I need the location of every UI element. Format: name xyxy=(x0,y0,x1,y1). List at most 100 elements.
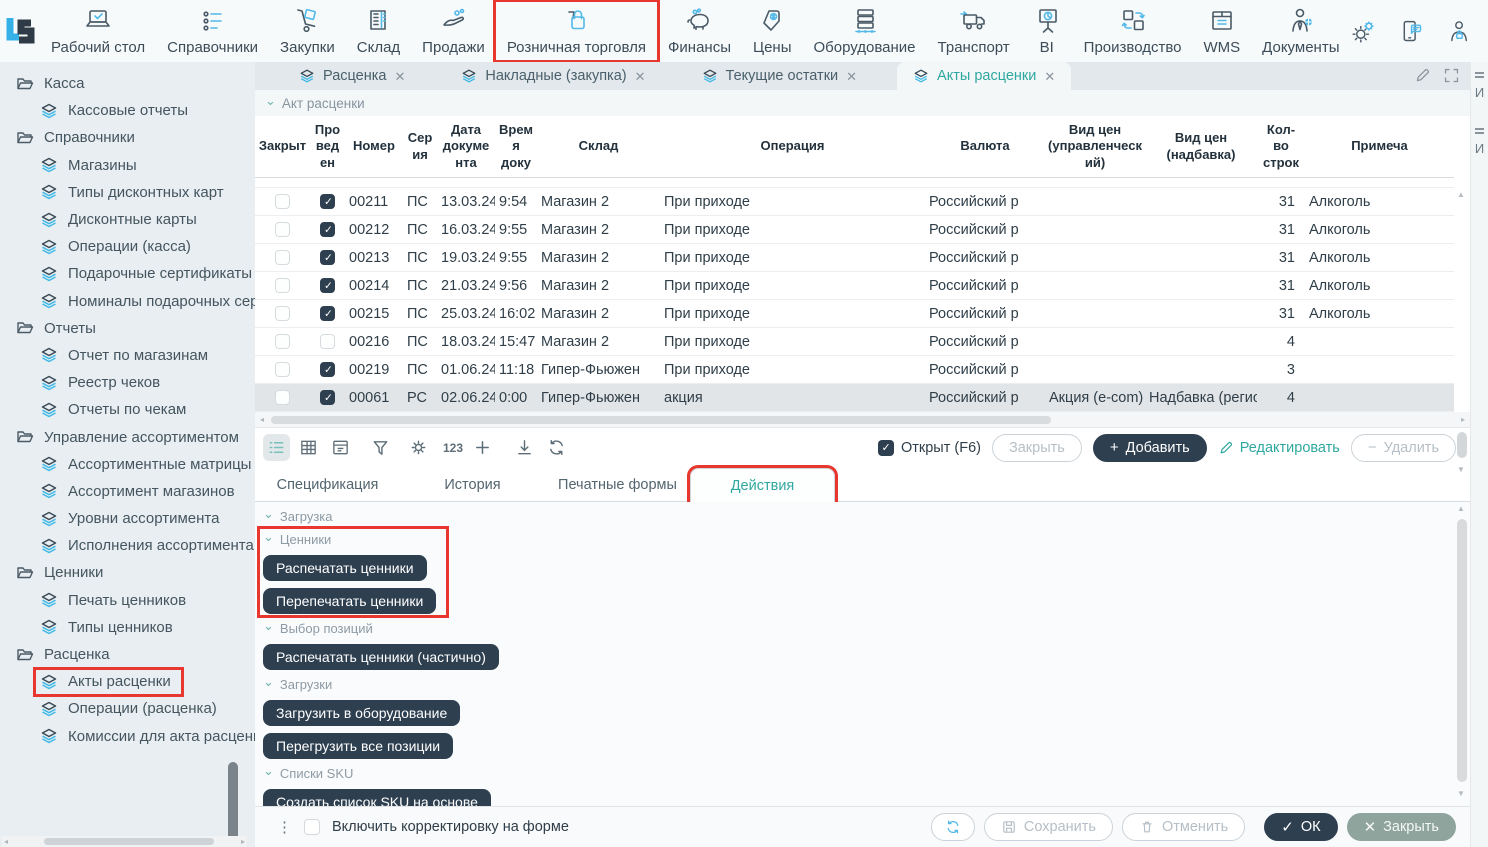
sidebar-tree-item[interactable]: Отчет по магазинам xyxy=(0,342,255,369)
column-header-number[interactable]: Номер xyxy=(345,138,403,154)
scroll-down-icon[interactable]: ▼ xyxy=(1457,789,1465,798)
column-header-posted[interactable]: Проведен xyxy=(310,122,345,171)
menu-item-catalogs[interactable]: Справочники xyxy=(156,2,269,60)
table-row[interactable]: 00212 ПС 16.03.24 9:55 Магазин 2 При при… xyxy=(255,216,1454,244)
posted-checkbox[interactable] xyxy=(320,334,335,349)
sidebar-tree-item[interactable]: Ассортимент магазинов xyxy=(0,478,255,505)
section-header[interactable]: Списки SKU xyxy=(263,766,1450,781)
collapsed-panel-tab[interactable]: И xyxy=(1472,128,1487,156)
close-document-button[interactable]: Закрыть xyxy=(992,434,1082,462)
scroll-right-icon[interactable]: ▸ xyxy=(241,837,245,846)
tab-close-icon[interactable] xyxy=(394,70,405,83)
menu-item-retail[interactable]: Розничная торговля xyxy=(496,2,657,60)
expand-icon[interactable] xyxy=(1443,67,1460,84)
posted-checkbox[interactable] xyxy=(320,278,335,293)
menu-item-transport[interactable]: Транспорт xyxy=(927,2,1021,60)
cancel-button[interactable]: Отменить xyxy=(1122,813,1245,841)
sidebar-tree-item[interactable]: Подарочные сертификаты xyxy=(0,260,255,287)
sidebar-tree-item[interactable]: Расценка xyxy=(0,641,255,668)
posted-checkbox[interactable] xyxy=(320,222,335,237)
sidebar-tree-item[interactable]: Комиссии для акта расценки xyxy=(0,723,255,750)
posted-checkbox[interactable] xyxy=(320,194,335,209)
tab-close-icon[interactable] xyxy=(635,70,646,83)
column-header-closed[interactable]: Закрыт xyxy=(255,138,310,154)
sidebar-tree-item[interactable]: Операции (расценка) xyxy=(0,695,255,722)
delete-button[interactable]: −Удалить xyxy=(1351,434,1456,462)
column-header-series[interactable]: Серия xyxy=(403,130,437,163)
numeric-columns-button[interactable]: 123 xyxy=(443,441,463,455)
sidebar-tree-item[interactable]: Дисконтные карты xyxy=(0,206,255,233)
refresh-button[interactable] xyxy=(931,813,975,841)
sidebar-tree-item[interactable]: Ценники xyxy=(0,559,255,586)
sidebar-tree-item[interactable]: Уровни ассортимента xyxy=(0,505,255,532)
table-vertical-scrollbar-thumb[interactable] xyxy=(1457,432,1467,458)
sidebar-tree-item[interactable]: Операции (касса) xyxy=(0,233,255,260)
sidebar-tree-item[interactable]: Ассортиментные матрицы xyxy=(0,451,255,478)
document-section-header[interactable]: Акт расценки xyxy=(255,90,1470,116)
table-vertical-scrollbar[interactable]: ▲ ▼ xyxy=(1456,190,1468,474)
settings-gears-icon[interactable] xyxy=(1350,18,1377,45)
menu-item-purchases[interactable]: Закупки xyxy=(269,2,346,60)
closed-checkbox[interactable] xyxy=(275,362,290,377)
edit-pencil-icon[interactable] xyxy=(1414,67,1431,84)
column-header-date[interactable]: Дата документа xyxy=(437,122,495,171)
closed-checkbox[interactable] xyxy=(275,306,290,321)
menu-item-sales[interactable]: Продажи xyxy=(411,2,496,60)
detail-tab[interactable]: История xyxy=(400,468,545,501)
tab-close-icon[interactable] xyxy=(1044,70,1055,83)
table-row[interactable]: 00215 ПС 25.03.24 16:02 Магазин 2 При пр… xyxy=(255,300,1454,328)
column-header-currency[interactable]: Валюта xyxy=(925,138,1045,154)
column-header-time[interactable]: Время доку xyxy=(495,122,537,171)
scroll-left-icon[interactable]: ◂ xyxy=(4,837,8,846)
section-header[interactable]: Загрузка xyxy=(263,509,1450,524)
collapsed-panel-tab[interactable]: И xyxy=(1472,72,1487,100)
column-header-store[interactable]: Склад xyxy=(537,138,660,154)
sidebar-tree-item[interactable]: Реестр чеков xyxy=(0,369,255,396)
add-column-button[interactable] xyxy=(469,434,496,461)
phone-message-icon[interactable] xyxy=(1398,18,1425,45)
add-button[interactable]: +Добавить xyxy=(1093,434,1207,462)
sidebar-tree-item[interactable]: Кассовые отчеты xyxy=(0,97,255,124)
action-button[interactable]: Загрузить в оборудование xyxy=(263,700,460,726)
action-button[interactable]: Перегрузить все позиции xyxy=(263,733,453,759)
kebab-menu-icon[interactable] xyxy=(277,818,292,836)
section-header[interactable]: Выбор позиций xyxy=(263,621,1450,636)
table-horizontal-scrollbar-thumb[interactable] xyxy=(271,416,1051,424)
document-tab[interactable]: Текущие остатки xyxy=(686,62,874,90)
sidebar-tree-item[interactable]: Типы ценников xyxy=(0,614,255,641)
document-tab[interactable]: Расценка xyxy=(283,62,421,90)
form-correction-checkbox[interactable] xyxy=(304,819,320,835)
sync-button[interactable] xyxy=(543,434,570,461)
action-button[interactable]: Распечатать ценники (частично) xyxy=(263,644,499,670)
scroll-up-icon[interactable]: ▲ xyxy=(1457,190,1465,199)
table-horizontal-scrollbar[interactable]: ◂ ▸ xyxy=(255,412,1470,428)
menu-item-finance[interactable]: Финансы xyxy=(657,2,742,60)
menu-item-wms[interactable]: WMS xyxy=(1192,2,1251,60)
edit-button[interactable]: Редактировать xyxy=(1218,440,1340,456)
save-button[interactable]: Сохранить xyxy=(984,813,1113,841)
sidebar-tree-item[interactable]: Отчеты xyxy=(0,315,255,342)
closed-checkbox[interactable] xyxy=(275,194,290,209)
sidebar-tree-item[interactable]: Справочники xyxy=(0,124,255,151)
column-header-note[interactable]: Примеча xyxy=(1305,138,1454,154)
posted-checkbox[interactable] xyxy=(320,250,335,265)
sidebar-horizontal-scrollbar[interactable]: ◂ ▸ xyxy=(2,836,247,847)
grid-settings-button[interactable] xyxy=(405,434,432,461)
closed-checkbox[interactable] xyxy=(275,334,290,349)
user-lock-icon[interactable] xyxy=(1446,18,1473,45)
posted-checkbox[interactable] xyxy=(320,390,335,405)
sidebar-vertical-scrollbar-thumb[interactable] xyxy=(228,762,238,845)
section-header[interactable]: Загрузки xyxy=(263,677,1450,692)
column-header-markup-kind[interactable]: Вид цен (надбавка) xyxy=(1145,130,1257,163)
posted-checkbox[interactable] xyxy=(320,362,335,377)
scroll-up-icon[interactable]: ▲ xyxy=(1457,504,1465,513)
action-button[interactable]: Перепечатать ценники xyxy=(263,588,436,614)
sidebar-tree-item[interactable]: Отчеты по чекам xyxy=(0,396,255,423)
sidebar-tree-item[interactable]: Управление ассортиментом xyxy=(0,423,255,450)
table-row[interactable]: 00211 ПС 13.03.24 9:54 Магазин 2 При при… xyxy=(255,188,1454,216)
sidebar-tree-item[interactable]: Печать ценников xyxy=(0,587,255,614)
scroll-right-icon[interactable]: ▸ xyxy=(1461,415,1465,424)
download-button[interactable] xyxy=(511,434,538,461)
column-header-price-kind[interactable]: Вид цен (управленческий) xyxy=(1045,122,1145,171)
list-view-button[interactable] xyxy=(263,434,290,461)
